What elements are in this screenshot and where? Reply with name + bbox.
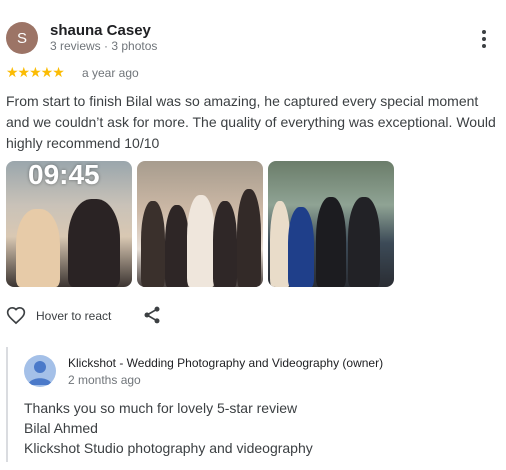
review-actions: Hover to react bbox=[6, 305, 111, 327]
review-text: From start to finish Bilal was so amazin… bbox=[6, 93, 496, 151]
owner-response-text: Thanks you so much for lovely 5-star rev… bbox=[24, 398, 313, 458]
default-user-avatar-icon bbox=[28, 361, 52, 385]
reviewer-meta: 3 reviews · 3 photos bbox=[50, 39, 158, 53]
star-rating: ★★★★★ bbox=[6, 64, 65, 80]
photo-overlay-text: 09:45 bbox=[28, 161, 100, 190]
photo-figure bbox=[16, 209, 60, 287]
react-label: Hover to react bbox=[36, 309, 112, 323]
photo-figure bbox=[270, 201, 290, 287]
photo-figure bbox=[213, 201, 237, 287]
owner-avatar bbox=[24, 355, 56, 387]
review-time: a year ago bbox=[82, 66, 139, 80]
reviewer-name[interactable]: shauna Casey bbox=[50, 22, 151, 39]
owner-response-line: Klickshot Studio photography and videogr… bbox=[24, 440, 313, 456]
photo-figure bbox=[288, 207, 314, 287]
review-photo-3[interactable] bbox=[268, 161, 394, 287]
more-options-button[interactable] bbox=[476, 28, 492, 50]
menu-dot bbox=[482, 37, 486, 41]
photo-figure bbox=[237, 189, 261, 287]
photo-figure bbox=[68, 199, 120, 287]
photo-figure bbox=[141, 201, 165, 287]
heart-outline-icon bbox=[6, 306, 26, 325]
react-button[interactable]: Hover to react bbox=[6, 306, 111, 326]
photo-figure bbox=[187, 195, 215, 287]
owner-response-time: 2 months ago bbox=[68, 373, 141, 387]
response-divider bbox=[6, 347, 8, 462]
review-photo-2[interactable] bbox=[137, 161, 263, 287]
owner-response-line: Thanks you so much for lovely 5-star rev… bbox=[24, 400, 298, 416]
photo-figure bbox=[316, 197, 346, 287]
photo-figure bbox=[348, 197, 380, 287]
review-photo-1[interactable]: 09:45 bbox=[6, 161, 132, 287]
menu-dot bbox=[482, 30, 486, 34]
owner-name: Klickshot - Wedding Photography and Vide… bbox=[68, 356, 384, 370]
share-icon[interactable] bbox=[142, 305, 162, 325]
photo-figure bbox=[165, 205, 189, 287]
owner-response-line: Bilal Ahmed bbox=[24, 420, 98, 436]
reviewer-avatar[interactable]: S bbox=[6, 22, 38, 54]
menu-dot bbox=[482, 44, 486, 48]
